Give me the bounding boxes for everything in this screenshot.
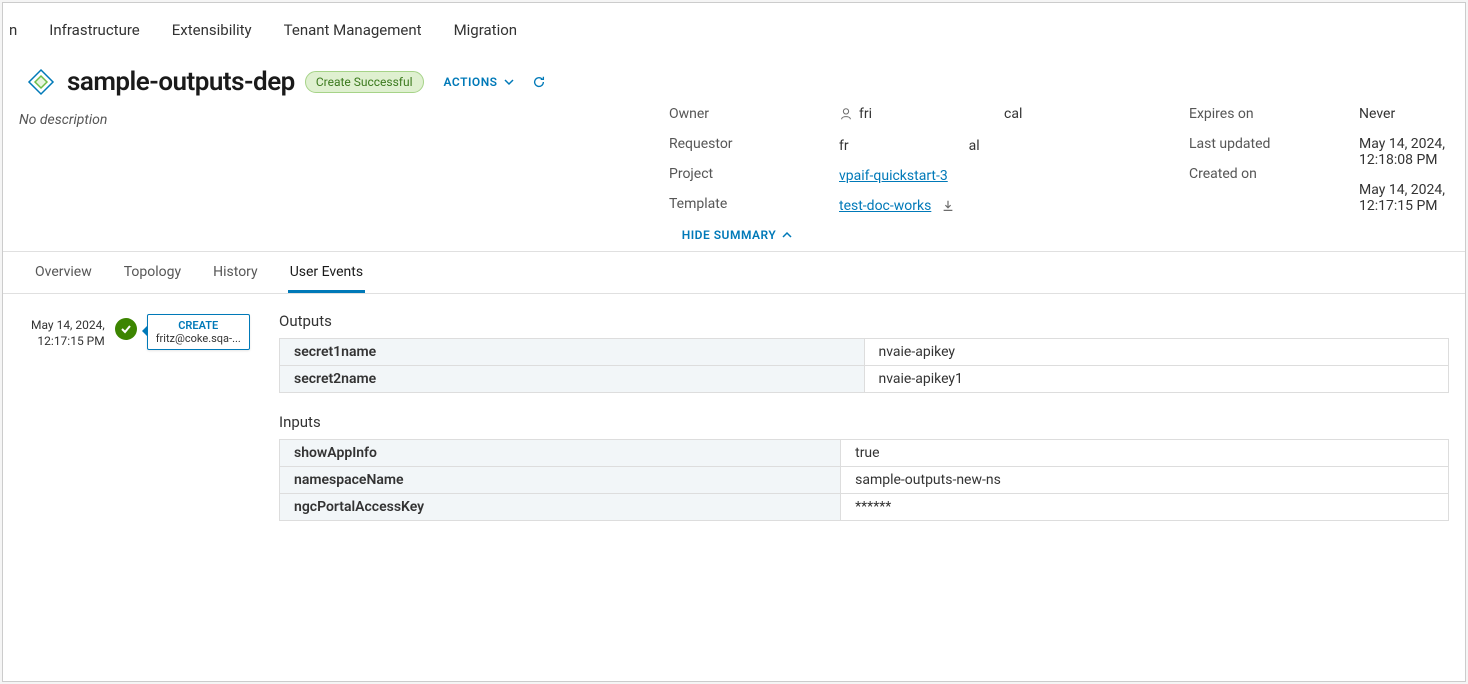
input-key: showAppInfo	[280, 440, 841, 467]
hide-summary-row: HIDE SUMMARY	[25, 220, 1449, 251]
input-value: true	[841, 440, 1449, 467]
table-row: secret2name nvaie-apikey1	[280, 366, 1449, 393]
owner-text-suffix: cal	[1004, 106, 1022, 122]
requestor-redacted	[849, 136, 969, 150]
expires-on-label: Expires on	[1189, 106, 1319, 122]
nav-item-partial[interactable]: n	[9, 21, 17, 39]
inputs-heading: Inputs	[279, 413, 1449, 431]
content: May 14, 2024, 12:17:15 PM CREATE fritz@c…	[3, 294, 1465, 541]
table-row: secret1name nvaie-apikey	[280, 339, 1449, 366]
input-key: namespaceName	[280, 467, 841, 494]
event-timestamp-date: May 14, 2024,	[31, 318, 105, 334]
download-icon[interactable]	[941, 199, 955, 213]
event-card[interactable]: CREATE fritz@coke.sqa-...	[147, 314, 250, 350]
last-updated-value: May 14, 2024, 12:18:08 PM	[1359, 136, 1449, 168]
event-details: Outputs secret1name nvaie-apikey secret2…	[279, 312, 1449, 541]
project-link[interactable]: vpaif-quickstart-3	[839, 168, 948, 184]
success-icon	[115, 318, 137, 340]
input-value: sample-outputs-new-ns	[841, 467, 1449, 494]
owner-redacted	[878, 107, 998, 121]
hide-summary-button[interactable]: HIDE SUMMARY	[682, 228, 793, 242]
project-value: vpaif-quickstart-3	[839, 168, 1149, 184]
status-badge: Create Successful	[305, 71, 424, 93]
nav-item-extensibility[interactable]: Extensibility	[172, 21, 252, 39]
owner-value: fri cal	[839, 106, 1149, 122]
actions-dropdown[interactable]: ACTIONS	[444, 75, 514, 89]
page-header: sample-outputs-dep Create Successful ACT…	[3, 56, 1465, 252]
tab-history[interactable]: History	[211, 252, 260, 293]
owner-text-prefix: fri	[859, 106, 872, 122]
event-timeline: May 14, 2024, 12:17:15 PM CREATE fritz@c…	[31, 312, 261, 541]
chevron-up-icon	[782, 230, 792, 240]
user-icon	[839, 107, 853, 121]
input-value: ******	[841, 494, 1449, 521]
outputs-table: secret1name nvaie-apikey secret2name nva…	[279, 338, 1449, 393]
tab-user-events[interactable]: User Events	[288, 252, 365, 293]
refresh-button[interactable]	[532, 75, 546, 89]
event-action: CREATE	[156, 319, 241, 332]
output-key: secret1name	[280, 339, 865, 366]
refresh-icon	[532, 75, 546, 89]
owner-label: Owner	[669, 106, 799, 122]
tabs: Overview Topology History User Events	[3, 252, 1465, 294]
project-label: Project	[669, 166, 799, 182]
last-updated-label: Last updated	[1189, 136, 1319, 152]
summary-grid: Owner Requestor Project Template frical …	[669, 106, 1449, 214]
event-timestamp: May 14, 2024, 12:17:15 PM	[31, 312, 105, 349]
requestor-text-suffix: al	[969, 138, 980, 154]
page-title: sample-outputs-dep	[67, 67, 295, 97]
created-on-value: May 14, 2024, 12:17:15 PM	[1359, 182, 1449, 214]
hide-summary-label: HIDE SUMMARY	[682, 228, 777, 242]
table-row: namespaceName sample-outputs-new-ns	[280, 467, 1449, 494]
requestor-label: Requestor	[669, 136, 799, 152]
top-nav: n Infrastructure Extensibility Tenant Ma…	[3, 3, 1465, 56]
template-label: Template	[669, 196, 799, 212]
chevron-down-icon	[504, 77, 514, 87]
tab-topology[interactable]: Topology	[122, 252, 183, 293]
table-row: ngcPortalAccessKey ******	[280, 494, 1449, 521]
template-link[interactable]: test-doc-works	[839, 198, 931, 214]
deployment-icon	[25, 66, 57, 98]
nav-item-migration[interactable]: Migration	[454, 21, 518, 39]
app-window: n Infrastructure Extensibility Tenant Ma…	[2, 2, 1466, 682]
table-row: showAppInfo true	[280, 440, 1449, 467]
input-key: ngcPortalAccessKey	[280, 494, 841, 521]
event-user: fritz@coke.sqa-...	[156, 332, 241, 345]
created-on-label: Created on	[1189, 166, 1319, 182]
event-timestamp-time: 12:17:15 PM	[31, 334, 105, 350]
tab-overview[interactable]: Overview	[33, 252, 94, 293]
description: No description	[19, 106, 669, 214]
inputs-table: showAppInfo true namespaceName sample-ou…	[279, 439, 1449, 521]
output-key: secret2name	[280, 366, 865, 393]
summary-section: No description Owner Requestor Project T…	[25, 106, 1449, 220]
requestor-value: fr al	[839, 136, 1149, 154]
outputs-heading: Outputs	[279, 312, 1449, 330]
requestor-text-prefix: fr	[839, 138, 849, 154]
output-value: nvaie-apikey1	[864, 366, 1449, 393]
output-value: nvaie-apikey	[864, 339, 1449, 366]
title-row: sample-outputs-dep Create Successful ACT…	[25, 66, 1449, 98]
template-value: test-doc-works	[839, 198, 1149, 214]
expires-on-value: Never	[1359, 106, 1449, 122]
nav-item-tenant-management[interactable]: Tenant Management	[284, 21, 422, 39]
nav-item-infrastructure[interactable]: Infrastructure	[49, 21, 139, 39]
actions-label: ACTIONS	[444, 75, 498, 89]
